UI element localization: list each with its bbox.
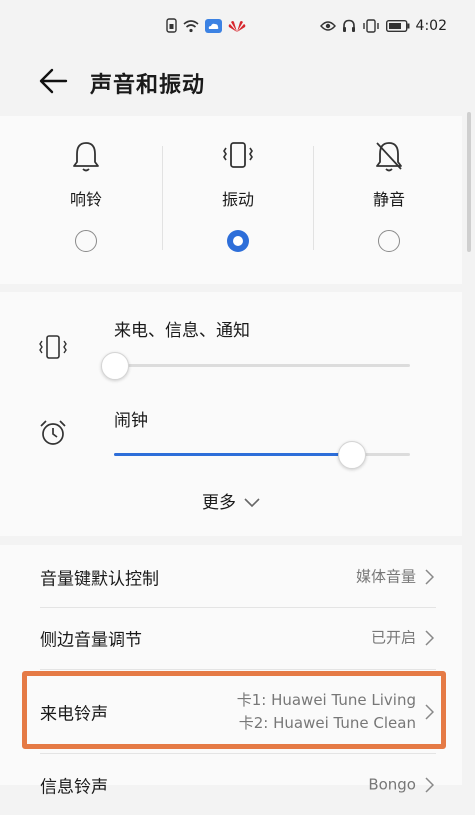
scrollbar[interactable]: [467, 112, 471, 252]
more-button[interactable]: 更多: [0, 488, 462, 513]
mode-silent-radio[interactable]: [378, 230, 400, 252]
mode-ring[interactable]: 响铃: [10, 140, 162, 260]
setting-label: 信息铃声: [40, 777, 108, 798]
highlight-box: [22, 671, 446, 749]
sound-mode-card: 响铃 振动 静音: [0, 116, 462, 284]
setting-label: 侧边音量调节: [40, 630, 142, 651]
mode-silent[interactable]: 静音: [313, 140, 465, 260]
chevron-right-icon: [425, 777, 434, 793]
back-button[interactable]: [38, 66, 72, 96]
setting-value: 媒体音量: [355, 567, 416, 586]
bell-off-icon: [376, 142, 402, 172]
battery-icon: [385, 20, 410, 32]
setting-side-volume[interactable]: 侧边音量调节 已开启: [0, 608, 462, 668]
divider: [40, 753, 436, 754]
setting-value: Bongo: [368, 775, 416, 794]
status-time: 4:02: [415, 18, 447, 34]
app-header: 声音和振动: [0, 56, 475, 116]
huawei-logo-icon: [228, 20, 246, 32]
mode-silent-label: 静音: [372, 190, 405, 209]
status-system-icons: 4:02: [319, 18, 447, 34]
slider-row-notifications: 来电、信息、通知: [0, 312, 462, 392]
slider-notifications[interactable]: [101, 352, 410, 380]
bell-icon: [73, 142, 99, 172]
mode-vibrate[interactable]: 振动: [162, 140, 314, 260]
more-label: 更多: [202, 493, 236, 513]
wifi-icon: [183, 19, 199, 32]
mode-ring-label: 响铃: [69, 190, 102, 209]
chevron-right-icon: [425, 630, 434, 646]
cloud-icon: [205, 18, 222, 33]
status-bar: 4:02: [0, 0, 475, 56]
arrow-left-icon: [39, 68, 68, 94]
setting-volume-key[interactable]: 音量键默认控制 媒体音量: [0, 547, 462, 607]
status-notification-icons: [166, 18, 246, 33]
page-title: 声音和振动: [90, 73, 206, 98]
volume-card: 来电、信息、通知 闹钟 更多: [0, 292, 462, 536]
mode-vibrate-radio[interactable]: [227, 230, 249, 252]
headphones-icon: [342, 19, 355, 32]
eye-icon: [319, 21, 336, 31]
divider: [40, 669, 436, 670]
slider-notifications-thumb[interactable]: [101, 352, 129, 380]
slider-alarm-label: 闹钟: [114, 411, 148, 431]
mode-ring-radio[interactable]: [75, 230, 97, 252]
setting-message-tone[interactable]: 信息铃声 Bongo: [0, 755, 462, 815]
vibrate-status-icon: [362, 19, 379, 33]
sim-icon: [166, 18, 177, 33]
chevron-right-icon: [425, 569, 434, 585]
setting-label: 音量键默认控制: [40, 569, 159, 590]
alarm-clock-icon: [40, 420, 66, 445]
slider-row-alarm: 闹钟: [0, 400, 462, 480]
slider-alarm-thumb[interactable]: [338, 441, 366, 469]
setting-value: 已开启: [370, 628, 416, 647]
slider-notifications-label: 来电、信息、通知: [114, 321, 250, 341]
mode-vibrate-label: 振动: [221, 190, 254, 209]
slider-alarm-fill: [114, 453, 351, 456]
slider-alarm[interactable]: [114, 441, 410, 469]
vibrate-icon: [39, 335, 67, 359]
vibrate-icon: [223, 142, 253, 168]
settings-list: 音量键默认控制 媒体音量 侧边音量调节 已开启 来电铃声 卡1: Huawei …: [0, 545, 462, 798]
chevron-down-icon: [244, 498, 260, 508]
